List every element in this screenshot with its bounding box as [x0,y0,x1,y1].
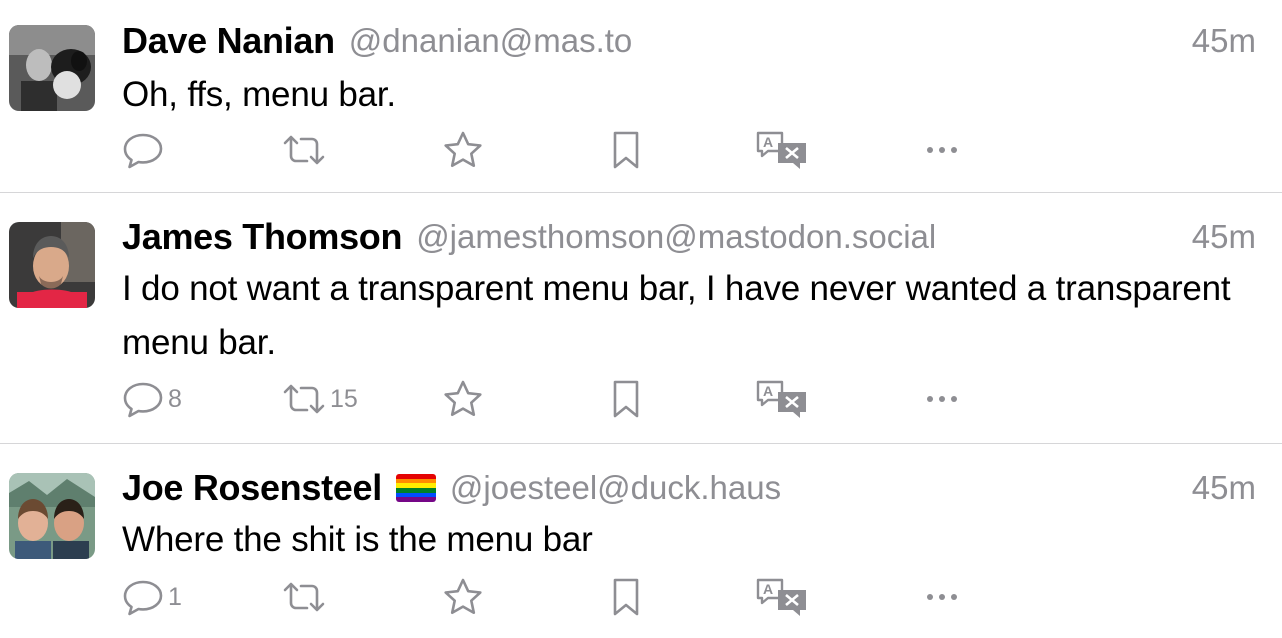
boost-button[interactable]: 15 [282,377,358,421]
bookmark-icon [610,129,642,171]
post-content: Oh, ffs, menu bar. [122,75,396,114]
reply-icon [122,129,164,171]
pride-flag-emoji [395,474,436,502]
post-header: James Thomson @jamesthomson@mastodon.soc… [122,214,1256,260]
post[interactable]: Dave Nanian @dnanian@mas.to 45m Oh, ffs,… [0,0,1282,193]
ellipsis-icon [924,378,960,420]
avatar[interactable] [9,222,95,308]
reply-icon [122,378,164,420]
bookmark-button[interactable] [610,128,642,172]
timestamp: 45m [1191,469,1256,506]
more-button[interactable] [924,128,960,172]
translate-icon: A [754,576,810,618]
reply-count: 1 [168,582,182,611]
star-icon [442,129,484,171]
translate-button[interactable]: A [754,575,810,619]
favorite-button[interactable] [442,128,484,172]
translate-button[interactable]: A [754,377,810,421]
star-icon [442,378,484,420]
timestamp: 45m [1191,22,1256,59]
star-icon [442,576,484,618]
post[interactable]: James Thomson @jamesthomson@mastodon.soc… [0,193,1282,444]
reply-button[interactable]: 1 [122,575,182,619]
post[interactable]: Joe Rosensteel @joesteel@duck.haus 45m W… [0,444,1282,638]
svg-text:A: A [763,134,773,150]
favorite-button[interactable] [442,575,484,619]
bookmark-button[interactable] [610,575,642,619]
bookmark-icon [610,378,642,420]
translate-icon: A [754,129,810,171]
boost-icon [282,378,326,420]
avatar[interactable] [9,473,95,559]
display-name[interactable]: Dave Nanian [122,20,335,62]
bookmark-icon [610,576,642,618]
boost-count: 15 [330,384,358,413]
boost-icon [282,129,326,171]
svg-text:A: A [763,581,773,597]
bookmark-button[interactable] [610,377,642,421]
more-button[interactable] [924,575,960,619]
boost-button[interactable] [282,575,330,619]
timeline: Dave Nanian @dnanian@mas.to 45m Oh, ffs,… [0,0,1282,638]
favorite-button[interactable] [442,377,484,421]
ellipsis-icon [924,129,960,171]
reply-icon [122,576,164,618]
reply-button[interactable] [122,128,168,172]
translate-button[interactable]: A [754,128,810,172]
post-content: Where the shit is the menu bar [122,520,593,559]
post-content: I do not want a transparent menu bar, I … [122,269,1231,362]
handle[interactable]: @joesteel@duck.haus [450,469,781,507]
boost-icon [282,576,326,618]
translate-icon: A [754,378,810,420]
more-button[interactable] [924,377,960,421]
reply-button[interactable]: 8 [122,377,182,421]
svg-text:A: A [763,383,773,399]
timestamp: 45m [1191,218,1256,255]
display-name[interactable]: James Thomson [122,216,402,258]
reply-count: 8 [168,384,182,413]
post-header: Dave Nanian @dnanian@mas.to 45m [122,18,1256,64]
boost-button[interactable] [282,128,330,172]
ellipsis-icon [924,576,960,618]
avatar[interactable] [9,25,95,111]
handle[interactable]: @dnanian@mas.to [349,22,632,60]
post-header: Joe Rosensteel @joesteel@duck.haus 45m [122,465,1256,511]
display-name[interactable]: Joe Rosensteel [122,467,382,509]
handle[interactable]: @jamesthomson@mastodon.social [416,218,936,256]
